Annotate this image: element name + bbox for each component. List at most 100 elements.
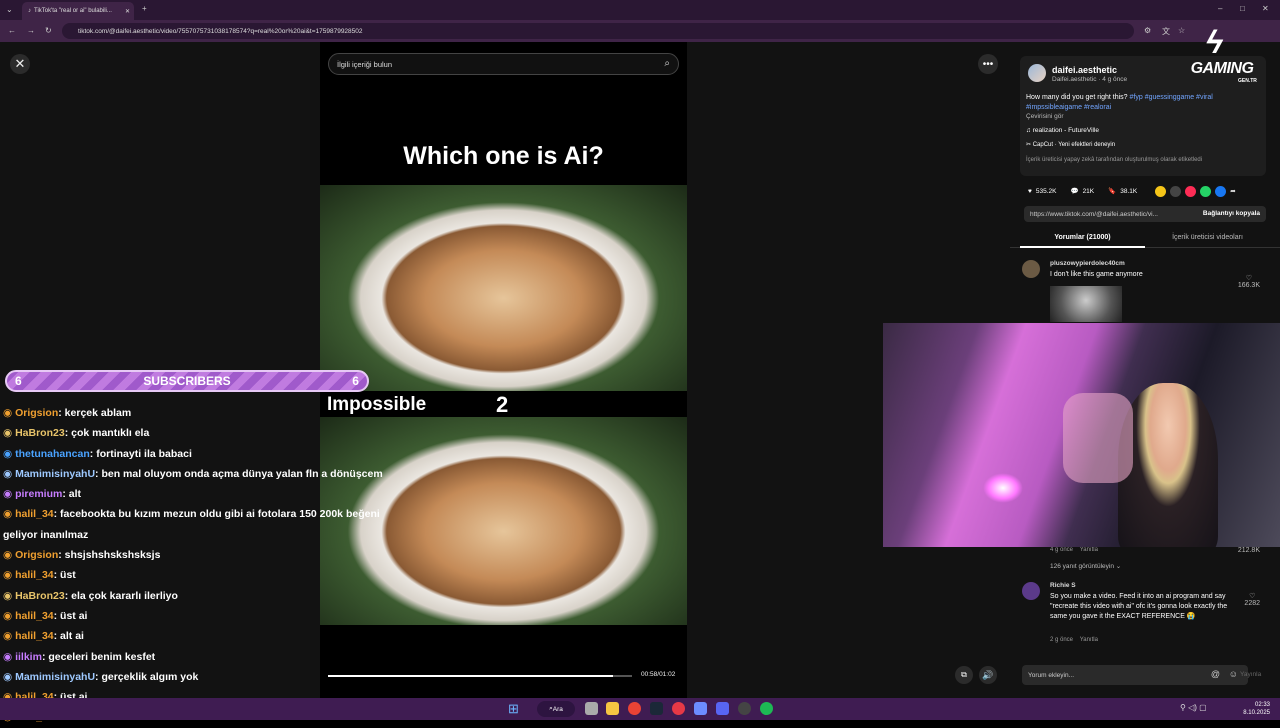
reply-button[interactable]: Yanıtla (1080, 547, 1098, 553)
share-arrow-icon[interactable]: ➦ (1230, 187, 1235, 195)
capcut-row[interactable]: ✂ CapCut · Yeni efektleri deneyin (1026, 141, 1115, 148)
reply-button[interactable]: Yanıtla (1080, 637, 1098, 643)
view-replies-link[interactable]: 126 yanıt görüntüleyin ⌄ (1050, 562, 1121, 570)
post-comment-button[interactable]: Yayınla (1240, 671, 1261, 678)
reload-icon[interactable]: ↻ (45, 26, 52, 35)
chat-text: : shsjshshskshsksjs (58, 549, 161, 562)
chat-username[interactable]: MamimisinyahU (15, 671, 95, 683)
new-tab-icon[interactable]: + (142, 4, 147, 13)
extension-icon[interactable]: ⚙ (1144, 26, 1151, 35)
chat-username[interactable]: halil_34 (15, 569, 54, 581)
taskbar-search[interactable]: ⌕ Ara (537, 701, 575, 717)
chrome-icon[interactable] (628, 702, 641, 715)
comment-like-count[interactable]: 212.8K (1238, 547, 1260, 554)
comment-like[interactable]: ♡ 166.3K (1238, 274, 1260, 289)
maximize-icon[interactable]: □ (1240, 4, 1245, 13)
start-icon[interactable]: ⊞ (508, 701, 519, 717)
commenter-name[interactable]: pluszowypierdolec40cm (1050, 260, 1125, 267)
file-explorer-icon[interactable] (606, 702, 619, 715)
steam-icon[interactable] (650, 702, 663, 715)
forward-icon[interactable]: → (27, 26, 35, 35)
comment-icon[interactable]: 💬 (1070, 187, 1078, 195)
mention-icon[interactable]: @ (1211, 669, 1220, 679)
comment-like[interactable]: ♡ 2282 (1244, 592, 1260, 607)
bookmark-icon[interactable]: 🔖 (1108, 187, 1116, 195)
captions-button[interactable]: ⧉ (955, 666, 973, 684)
comment-item: Richie S So you make a video. Feed it in… (1022, 582, 1262, 662)
commenter-avatar[interactable] (1022, 582, 1040, 600)
chat-username[interactable]: HaBron23 (15, 427, 65, 439)
chat-text: : alt (62, 488, 82, 501)
obs-icon[interactable] (738, 702, 751, 715)
ai-label-note: İçerik üreticisi yapay zekâ tarafından o… (1026, 157, 1203, 163)
chat-username[interactable]: Origsion (15, 407, 58, 419)
tab-comments[interactable]: Yorumlar (21000) (1020, 230, 1145, 248)
facebook-icon[interactable] (1215, 185, 1227, 197)
app-icon[interactable] (694, 702, 707, 715)
gaming-gen-logo: ϟ GAMING GEN.TR (1172, 24, 1272, 90)
chat-badge-icon: ◉ (3, 569, 16, 582)
volume-button[interactable]: 🔊 (979, 666, 997, 684)
share-link-text: https://www.tiktok.com/@daifei.aesthetic… (1030, 210, 1158, 218)
chat-badge-icon: ◉ (3, 427, 16, 440)
back-icon[interactable]: ← (8, 26, 16, 35)
clock-date: 8.10.2025 (1243, 710, 1270, 716)
comment-like-count: 166.3K (1237, 282, 1260, 289)
spotify-icon[interactable] (760, 702, 773, 715)
chat-username[interactable]: halil_34 (15, 508, 54, 520)
browser-tab[interactable]: ♪ TikTok'ta "real or ai" bulabili... ✕ (22, 2, 134, 20)
whatsapp-icon[interactable] (1200, 185, 1212, 197)
close-video-button[interactable]: ✕ (10, 54, 30, 74)
coin-icon[interactable] (1155, 185, 1167, 197)
chat-username[interactable]: Origsion (15, 549, 58, 561)
like-icon[interactable]: ♥ (1028, 188, 1032, 195)
chat-text: : alt ai (53, 630, 84, 643)
chat-username[interactable]: halil_34 (15, 630, 54, 642)
search-icon[interactable]: ⌕ (664, 58, 670, 69)
comment-input[interactable]: Yorum ekleyin... @ ☺ (1022, 665, 1248, 685)
network-icon[interactable]: ⚲ ◁) ▢ (1180, 703, 1207, 712)
chat-username[interactable]: piremium (15, 488, 62, 500)
tab-list-icon[interactable]: ⌄ (6, 5, 13, 14)
like-count: 535.2K (1035, 187, 1057, 195)
copy-link-button[interactable]: Bağlantıyı kopyala (1203, 210, 1260, 217)
chat-username[interactable]: MamimisinyahU (15, 468, 95, 480)
translate-icon[interactable]: 文 (1162, 26, 1170, 37)
tab-creator-videos[interactable]: İçerik üreticisi videoları (1145, 230, 1270, 248)
commenter-avatar[interactable] (1022, 260, 1040, 278)
comment-item: pluszowypierdolec40cm I don't like this … (1022, 260, 1262, 322)
see-translation-link[interactable]: Çevirisini gör (1026, 113, 1064, 120)
search-placeholder: İlgili içeriği bulun (337, 59, 393, 69)
heart-outline-icon: ♡ (1249, 593, 1256, 600)
logo-subtext: GEN.TR (1238, 78, 1257, 84)
chat-message: ◉ piremium: alt (3, 484, 423, 504)
send-icon[interactable] (1185, 185, 1197, 197)
minimize-icon[interactable]: – (1218, 4, 1222, 13)
music-row[interactable]: ♫ realization - FutureVille (1026, 127, 1099, 134)
author-username[interactable]: daifei.aesthetic (1052, 65, 1117, 75)
chat-text: : fortinayti ila babaci (89, 447, 192, 460)
related-search-input[interactable]: İlgili içeriği bulun ⌕ (328, 53, 679, 75)
discord-icon[interactable] (716, 702, 729, 715)
chat-username[interactable]: HaBron23 (15, 590, 65, 602)
caption-text: How many did you get right this? (1026, 94, 1128, 101)
task-view-icon[interactable] (585, 702, 598, 715)
comment-text: I don't like this game anymore (1050, 271, 1143, 278)
browser-tab-bar: ⌄ ♪ TikTok'ta "real or ai" bulabili... ✕… (0, 0, 1280, 20)
tab-close-icon[interactable]: ✕ (125, 8, 130, 15)
chat-username[interactable]: halil_34 (15, 610, 54, 622)
more-options-button[interactable]: ••• (978, 54, 998, 74)
opera-icon[interactable] (672, 702, 685, 715)
author-avatar[interactable] (1028, 64, 1046, 82)
video-time: 00:58/01:02 (641, 671, 676, 678)
taskbar-clock[interactable]: 02:33 8.10.2025 (1243, 701, 1270, 717)
url-field[interactable]: tiktok.com/@daifei.aesthetic/video/75570… (62, 23, 1134, 39)
chat-username[interactable]: iilkim (15, 651, 42, 663)
chat-message: ◉ HaBron23: ela çok kararlı ilerliyo (3, 586, 423, 606)
commenter-name[interactable]: Richie S (1050, 582, 1076, 589)
logo-text: GAMING (1190, 60, 1254, 77)
chat-username[interactable]: thetunahancan (15, 448, 90, 460)
embed-icon[interactable] (1170, 185, 1182, 197)
emoji-icon[interactable]: ☺ (1229, 669, 1238, 679)
window-close-icon[interactable]: ✕ (1262, 4, 1269, 13)
